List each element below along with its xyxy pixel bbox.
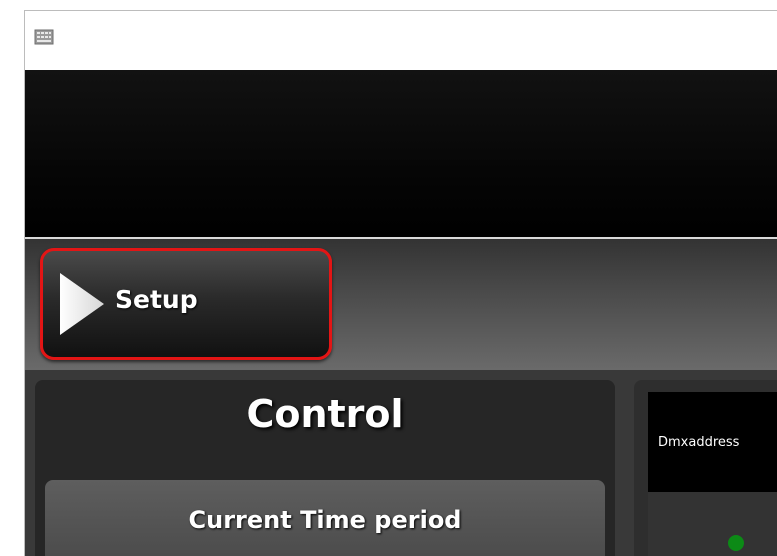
status-indicator-icon (728, 535, 744, 551)
dmx-address-header: Dmxaddress (658, 435, 740, 450)
header-banner (25, 70, 777, 238)
setup-button[interactable]: Setup (40, 248, 332, 360)
dmx-column-header: Dmxaddress (648, 392, 777, 492)
dmx-list (648, 492, 777, 556)
current-time-period-label: Current Time period (188, 506, 462, 534)
current-time-period-box: Current Time period (45, 480, 605, 556)
keyboard-app-icon (34, 29, 54, 45)
control-title: Control (246, 392, 404, 436)
play-triangle-icon (60, 273, 104, 335)
setup-button-label: Setup (115, 285, 198, 314)
